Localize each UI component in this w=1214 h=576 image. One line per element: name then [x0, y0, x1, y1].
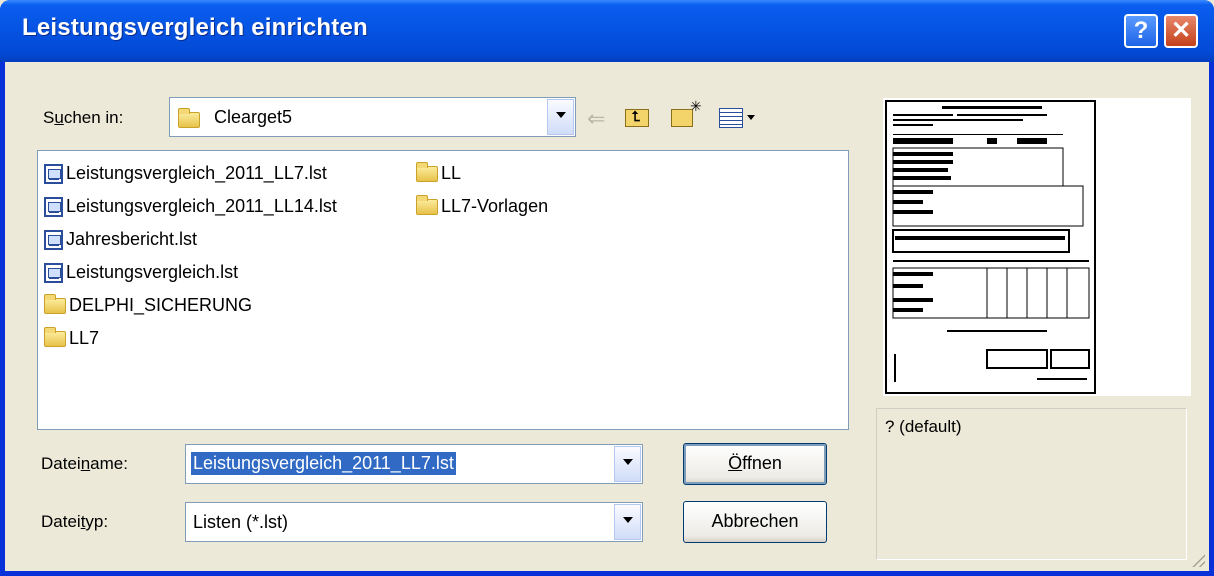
window-title: Leistungsvergleich einrichten — [22, 14, 368, 41]
lookin-combobox[interactable]: Clearget5 — [169, 97, 576, 137]
list-item[interactable]: Leistungsvergleich.lst — [44, 257, 238, 287]
close-button[interactable]: ✕ — [1164, 14, 1198, 48]
folder-icon — [416, 195, 438, 216]
filename-dropdown-button[interactable] — [614, 446, 641, 482]
filename-combobox[interactable]: Leistungsvergleich_2011_LL7.lst — [185, 444, 643, 484]
back-arrow-icon[interactable]: ⇐ — [587, 106, 605, 132]
list-item[interactable]: LL7-Vorlagen — [416, 191, 548, 221]
list-item[interactable]: DELPHI_SICHERUNG — [44, 290, 252, 320]
folder-icon — [44, 294, 66, 315]
file-list[interactable]: Leistungsvergleich_2011_LL7.lst Leistung… — [37, 150, 849, 430]
lookin-dropdown-button[interactable] — [547, 99, 574, 135]
view-menu-arrow-icon[interactable] — [747, 115, 755, 120]
title-bar[interactable]: Leistungsvergleich einrichten ? ✕ — [0, 0, 1214, 62]
list-item[interactable]: LL7 — [44, 323, 99, 353]
list-item[interactable]: Leistungsvergleich_2011_LL7.lst — [44, 158, 327, 188]
folder-icon — [44, 327, 66, 348]
dialog-window: Leistungsvergleich einrichten ? ✕ Suchen… — [0, 0, 1214, 576]
folder-icon — [178, 107, 200, 129]
resize-grip-icon[interactable] — [1189, 551, 1205, 567]
lookin-value: Clearget5 — [214, 107, 293, 127]
filename-label: Dateiname: — [41, 454, 128, 473]
filetype-dropdown-button[interactable] — [614, 504, 641, 540]
filetype-value: Listen (*.lst) — [193, 512, 289, 532]
list-item[interactable]: Jahresbericht.lst — [44, 224, 197, 254]
open-button[interactable]: Öffnen — [683, 443, 827, 485]
view-menu-icon[interactable] — [719, 108, 743, 128]
preview-page — [885, 100, 1096, 394]
list-item[interactable]: LL — [416, 158, 461, 188]
list-file-icon — [44, 230, 63, 251]
list-item[interactable]: Leistungsvergleich_2011_LL14.lst — [44, 191, 337, 221]
list-file-icon — [44, 197, 63, 218]
up-folder-icon[interactable]: ⮤ — [625, 108, 649, 127]
info-text: ? (default) — [885, 417, 962, 436]
dialog-body: Suchen in: Clearget5 ⇐ ⮤ ✳ Leistungsverg… — [5, 62, 1209, 571]
list-file-icon — [44, 263, 63, 284]
list-file-icon — [44, 164, 63, 185]
help-button[interactable]: ? — [1124, 14, 1158, 48]
filetype-combobox[interactable]: Listen (*.lst) — [185, 502, 643, 542]
filename-input[interactable]: Leistungsvergleich_2011_LL7.lst — [191, 452, 456, 475]
preview-thumbnail — [892, 106, 1090, 382]
cancel-button[interactable]: Abbrechen — [683, 501, 827, 543]
folder-icon — [416, 162, 438, 183]
new-folder-icon[interactable]: ✳ — [671, 98, 702, 127]
info-box: ? (default) — [876, 408, 1187, 560]
filetype-label: Dateityp: — [41, 512, 109, 531]
preview-pane — [883, 98, 1191, 396]
lookin-label: Suchen in: — [43, 108, 124, 127]
